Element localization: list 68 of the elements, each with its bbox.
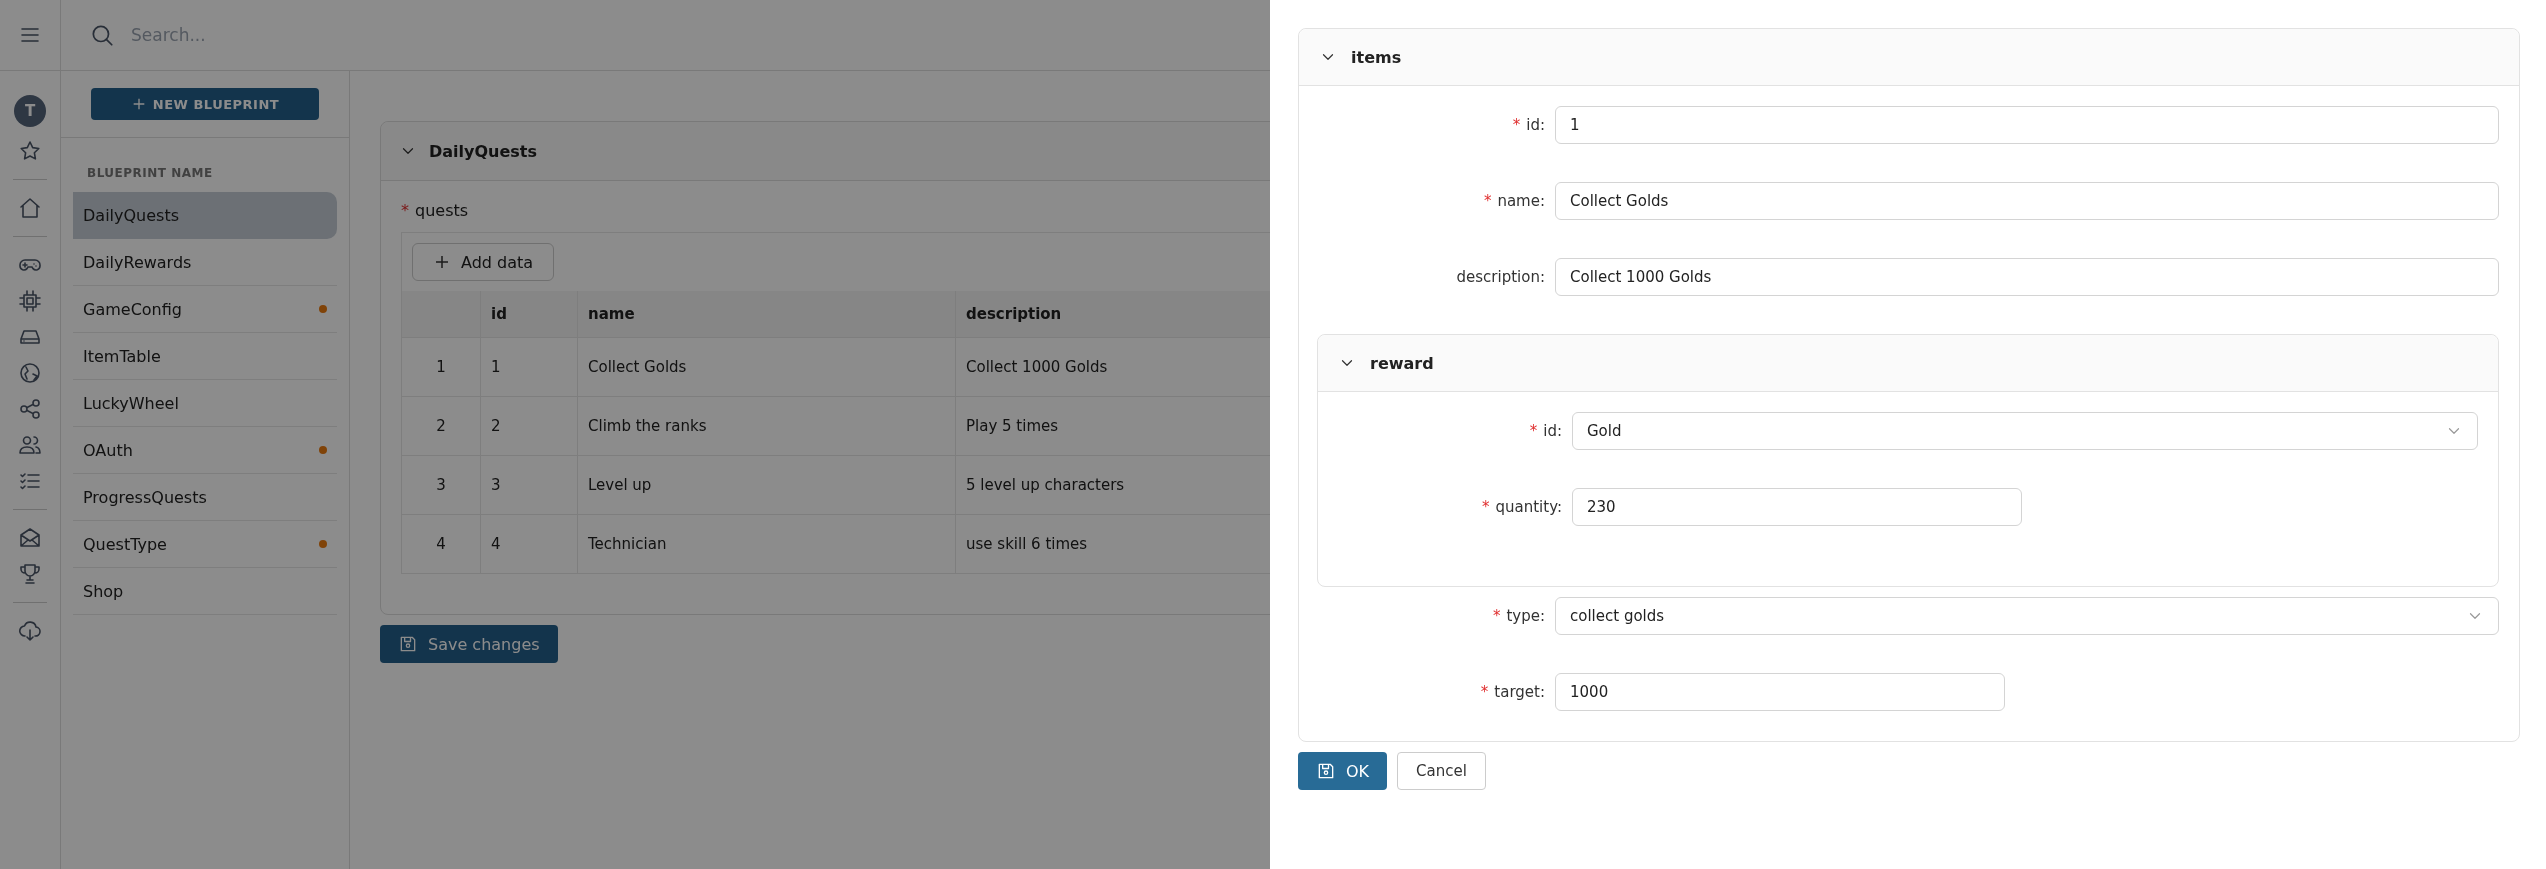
table-cell: 3 — [480, 455, 578, 515]
row-number: 4 — [402, 514, 481, 573]
save-changes-button[interactable]: Save changes — [380, 625, 558, 663]
required-mark: * — [1529, 422, 1538, 440]
blueprint-item[interactable]: ItemTable — [73, 333, 337, 380]
star-icon[interactable] — [18, 139, 42, 163]
section-title: items — [1351, 47, 1402, 67]
table-cell: Climb the ranks — [577, 396, 956, 456]
required-mark: * — [401, 201, 409, 220]
input-field[interactable]: 230 — [1572, 488, 2022, 526]
floppy-icon — [1316, 761, 1336, 781]
blueprint-item[interactable]: QuestType — [73, 521, 337, 568]
required-mark: * — [1480, 683, 1489, 701]
required-mark: * — [1492, 607, 1501, 625]
table-cell: 4 — [480, 514, 578, 573]
field-label: quantity: — [1495, 498, 1562, 516]
home-icon[interactable] — [18, 196, 42, 220]
table-cell: Collect Golds — [577, 337, 956, 397]
table-cell: 2 — [480, 396, 578, 456]
blueprint-item[interactable]: LuckyWheel — [73, 380, 337, 427]
table-cell: Technician — [577, 514, 956, 573]
select-field[interactable]: collect golds — [1555, 597, 2499, 635]
column-header: id — [480, 291, 578, 338]
blueprint-item[interactable]: OAuth — [73, 427, 337, 474]
plus-icon — [433, 253, 451, 271]
list-heading: BLUEPRINT NAME — [86, 165, 214, 182]
field-label: id: — [1526, 116, 1545, 134]
table-cell: 1 — [480, 337, 578, 397]
blueprint-item[interactable]: DailyQuests — [73, 192, 337, 239]
blueprint-item[interactable]: ProgressQuests — [73, 474, 337, 521]
blueprint-item[interactable]: GameConfig — [73, 286, 337, 333]
blueprint-item[interactable]: DailyRewards — [73, 239, 337, 286]
input-field[interactable]: 1 — [1555, 106, 2499, 144]
required-mark: * — [1512, 116, 1521, 134]
field-label: quests — [415, 201, 469, 220]
mail-icon[interactable] — [18, 526, 42, 550]
field-label: type: — [1506, 607, 1545, 625]
row-number: 2 — [402, 396, 481, 456]
new-blueprint-button[interactable]: NEW BLUEPRINT — [91, 88, 319, 120]
floppy-icon — [398, 634, 418, 654]
users-icon[interactable] — [18, 433, 42, 457]
field-label: description: — [1456, 268, 1545, 286]
add-data-button[interactable]: Add data — [412, 243, 555, 281]
avatar[interactable]: T — [14, 95, 46, 127]
cloud-download-icon[interactable] — [18, 619, 42, 643]
required-mark: * — [1483, 192, 1492, 210]
table-cell: Level up — [577, 455, 956, 515]
ok-button[interactable]: OK — [1298, 752, 1388, 790]
required-mark: * — [1482, 498, 1490, 516]
globe-icon[interactable] — [18, 361, 42, 385]
column-header: name — [577, 291, 956, 338]
row-number: 1 — [402, 337, 481, 397]
trophy-icon[interactable] — [18, 562, 42, 586]
field-label: name: — [1497, 192, 1545, 210]
field-label: target: — [1494, 683, 1545, 701]
card-title: DailyQuests — [429, 141, 537, 161]
chip-icon[interactable] — [18, 289, 42, 313]
cancel-button[interactable]: Cancel — [1397, 752, 1486, 790]
input-field[interactable]: Collect 1000 Golds — [1555, 258, 2499, 296]
input-field[interactable]: Collect Golds — [1555, 182, 2499, 220]
select-field[interactable]: Gold — [1572, 412, 2478, 450]
search-field[interactable]: Search... — [129, 24, 533, 46]
field-label: id: — [1543, 422, 1562, 440]
input-field[interactable]: 1000 — [1555, 673, 2005, 711]
group-title: reward — [1370, 353, 1434, 373]
row-number: 3 — [402, 455, 481, 515]
share-icon[interactable] — [18, 397, 42, 421]
blueprint-item[interactable]: Shop — [73, 568, 337, 615]
